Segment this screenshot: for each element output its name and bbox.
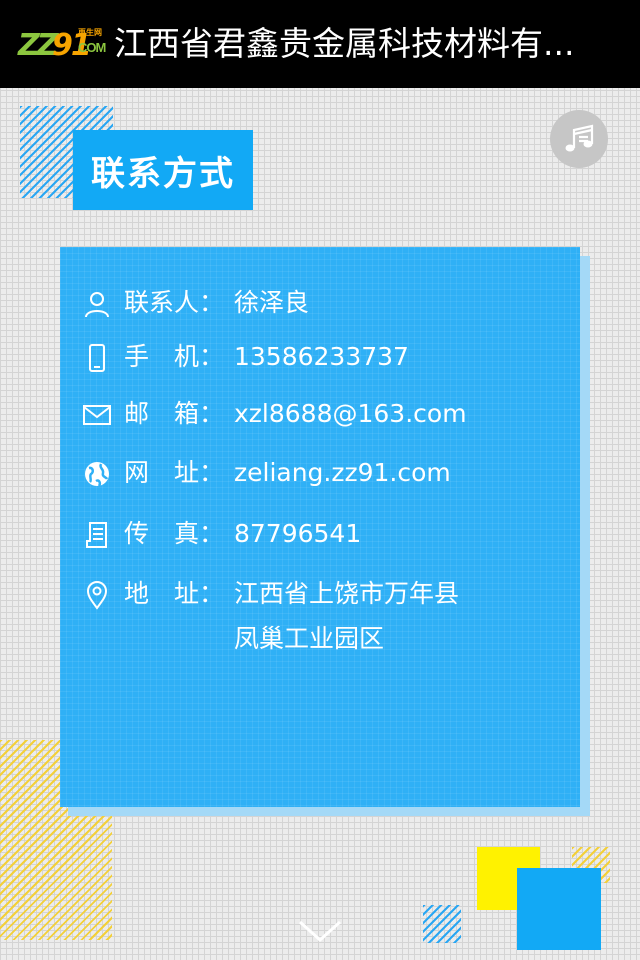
contact-label-website: 网 址： [124, 458, 225, 487]
contact-label-email: 邮 箱： [124, 399, 225, 428]
contact-label-fax: 传 真： [124, 519, 225, 548]
logo-zz: ZZ [18, 28, 58, 63]
page-title: 江西省君鑫贵金属科技材料有... [114, 24, 575, 63]
person-icon [85, 292, 109, 318]
decor-square-blue [517, 868, 601, 950]
contact-value-mobile[interactable]: 13586233737 [234, 341, 409, 373]
mail-icon [83, 405, 111, 425]
phone-icon [89, 344, 105, 372]
contact-value-email[interactable]: xzl8688@163.com [234, 398, 467, 430]
contact-label-mobile: 手 机： [124, 342, 225, 371]
location-pin-icon [86, 581, 108, 610]
globe-icon [85, 462, 109, 487]
music-note-icon [565, 124, 594, 152]
music-toggle-button[interactable] [550, 110, 608, 168]
contact-label-address: 地 址： [124, 579, 225, 608]
fax-icon [86, 522, 107, 548]
section-title: 联系方式 [73, 130, 253, 210]
contact-value-person: 徐泽良 [234, 288, 310, 317]
contact-value-fax: 87796541 [234, 519, 362, 548]
decor-hatch-bottom-mid [423, 905, 461, 943]
header-bar: ZZ 91 再生网 COM 江西省君鑫贵金属科技材料有... [0, 0, 640, 88]
contact-value-address-line1: 江西省上饶市万年县 [234, 579, 460, 608]
zz91-logo[interactable]: ZZ 91 再生网 COM [18, 24, 106, 64]
chevron-down-icon[interactable] [296, 918, 344, 946]
contact-value-website[interactable]: zeliang.zz91.com [234, 457, 451, 489]
contact-value-address-line2: 凤巢工业园区 [234, 624, 385, 653]
logo-tagline: 再生网 [78, 28, 102, 37]
contact-card: 联系人： 徐泽良 手 机： 13586233737 邮 箱： xzl8688@1… [60, 247, 580, 807]
logo-com: COM [78, 40, 106, 55]
contact-label-person: 联系人： [124, 288, 225, 317]
